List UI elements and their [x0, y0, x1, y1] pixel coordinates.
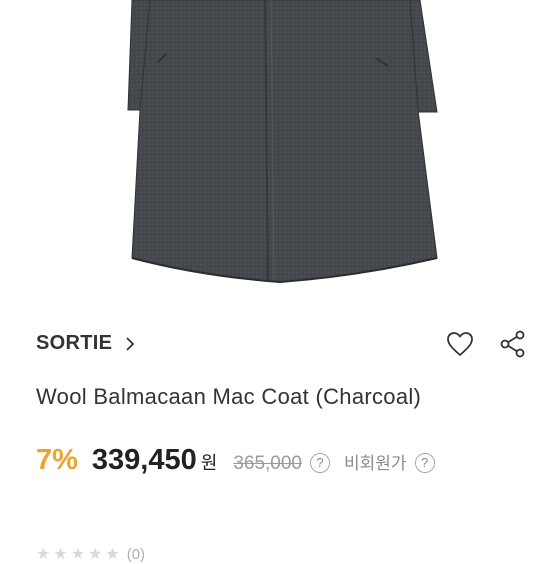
brand-name: SORTIE	[36, 332, 113, 354]
star-icon: ★	[88, 546, 103, 563]
heart-icon	[447, 332, 473, 356]
product-actions	[446, 330, 526, 358]
original-price: 365,000	[233, 453, 302, 474]
share-button[interactable]	[500, 330, 526, 358]
price-row: 7% 339,450 원 365,000 ? 비회원가 ?	[36, 444, 435, 477]
discount-rate: 7%	[36, 444, 78, 476]
sale-price: 339,450	[91, 444, 197, 476]
star-icon: ★	[70, 546, 86, 563]
share-icon	[500, 330, 525, 358]
product-title: Wool Balmacaan Mac Coat (Charcoal)	[36, 384, 422, 409]
help-circle-icon[interactable]: ?	[414, 452, 435, 473]
star-icon: ★	[105, 546, 120, 563]
chevron-right-icon	[126, 336, 135, 351]
star-icon: ★	[53, 546, 68, 563]
wishlist-button[interactable]	[446, 331, 474, 357]
review-count: (0)	[126, 545, 146, 563]
currency-unit: 원	[200, 453, 218, 473]
rating-row[interactable]: ★ ★ ★ ★ ★ (0)	[36, 544, 145, 564]
reference-price-label: 비회원가	[344, 454, 407, 473]
help-circle-icon[interactable]: ?	[310, 452, 330, 473]
product-image[interactable]	[0, 0, 556, 298]
brand-link[interactable]: SORTIE	[36, 332, 136, 355]
star-icon: ★	[36, 546, 51, 563]
coat-image	[127, 0, 438, 284]
